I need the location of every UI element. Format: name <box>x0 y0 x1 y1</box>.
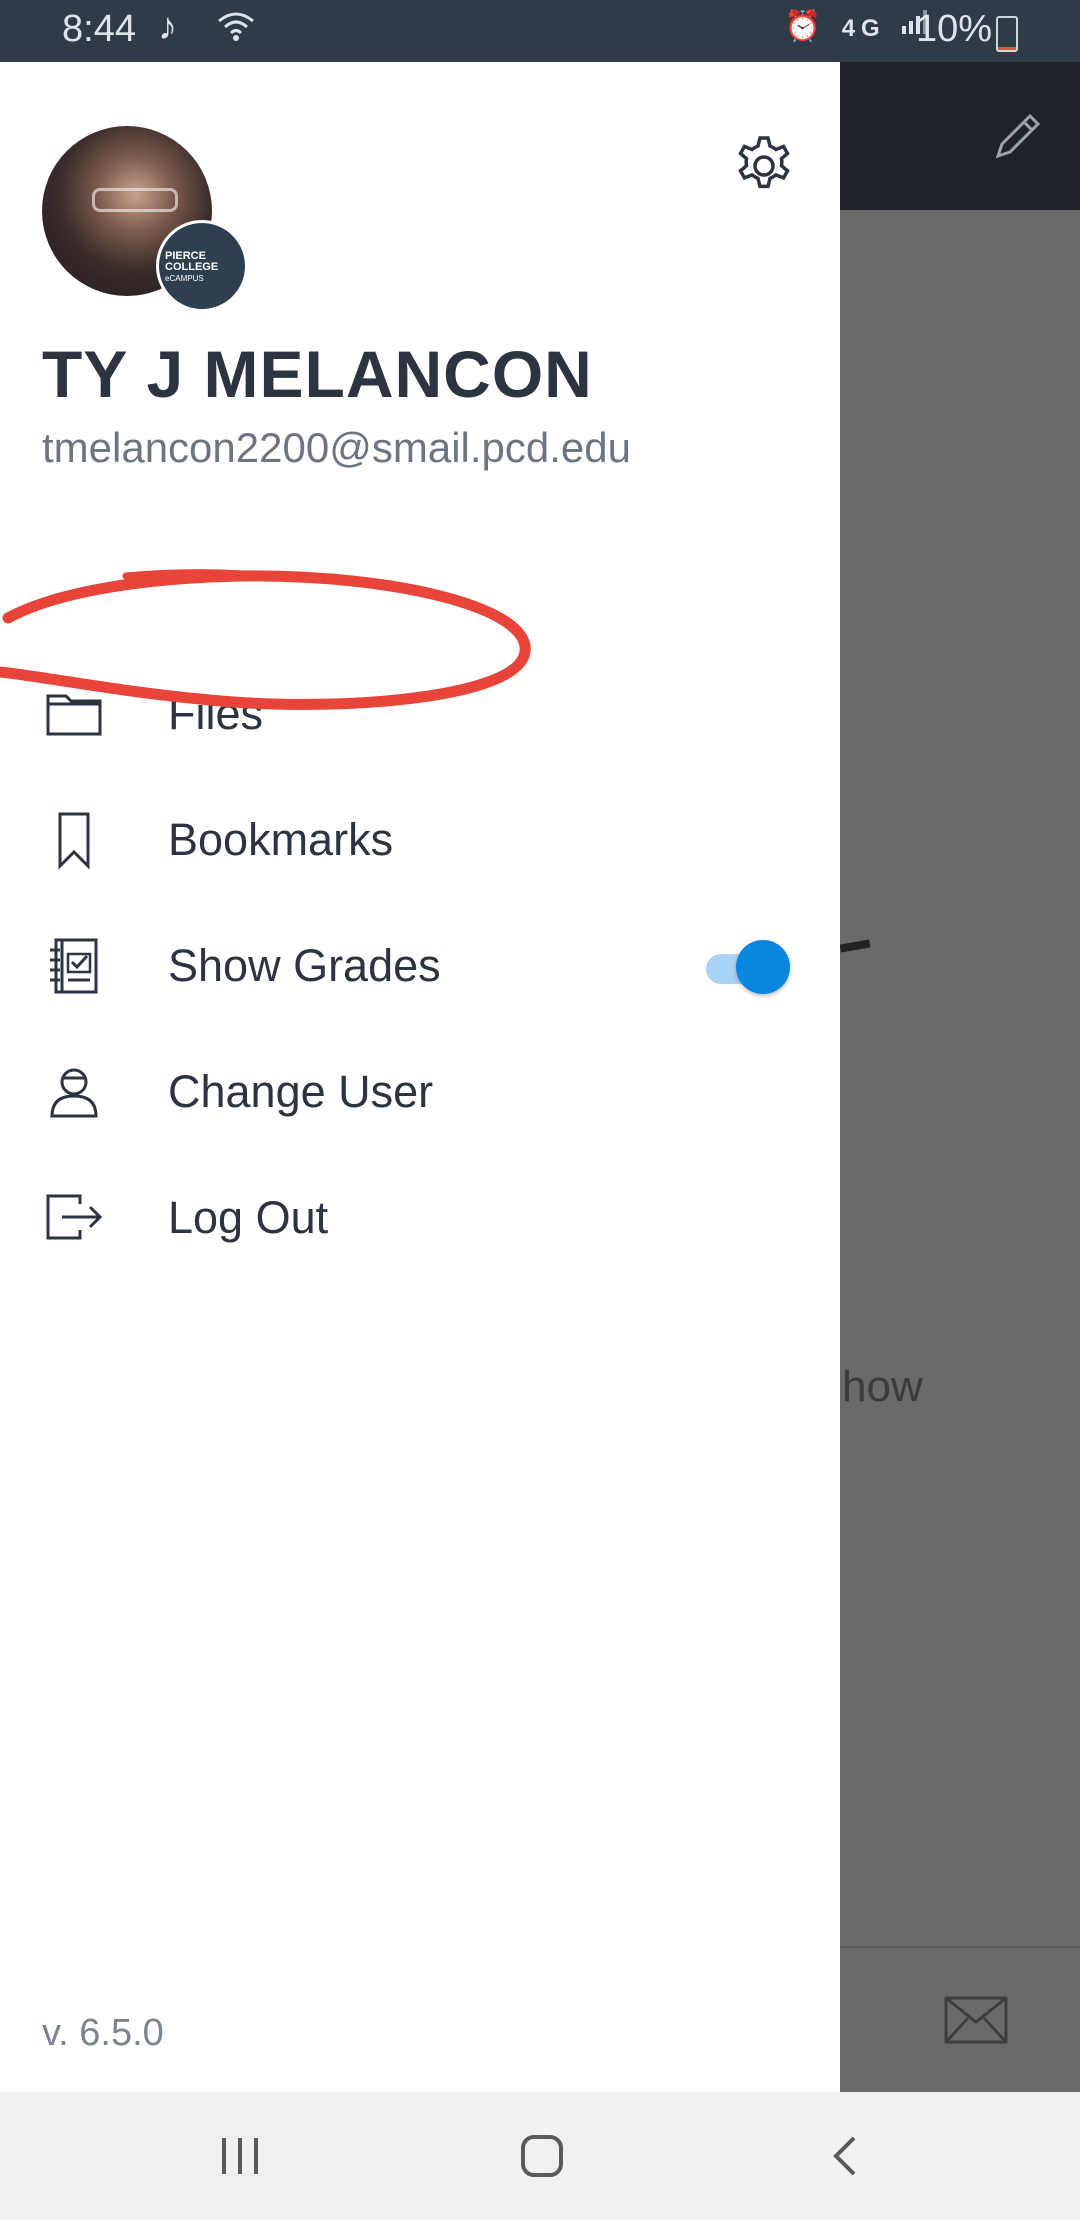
menu-item-label: Log Out <box>168 1192 329 1243</box>
menu-item-label: Change User <box>168 1066 434 1117</box>
status-bar: 8:44 ♪ ⏰ 4G 10% <box>0 0 1080 62</box>
menu-item-label: Files <box>168 688 264 739</box>
user-email: tmelancon2200@smail.pcd.edu <box>42 424 631 471</box>
status-time: 8:44 <box>62 8 136 50</box>
music-note-icon: ♪ <box>158 6 191 48</box>
menu-item-bookmarks[interactable]: Bookmarks <box>0 774 840 900</box>
grades-notebook-icon <box>50 938 98 994</box>
battery-fill <box>998 47 1016 50</box>
back-icon[interactable] <box>830 2134 860 2178</box>
system-nav-bar <box>0 2092 1080 2220</box>
menu-item-change-user[interactable]: Change User <box>0 1026 840 1152</box>
mail-icon <box>944 1996 1008 2044</box>
4g-lte-icon: 4G <box>841 15 886 42</box>
battery-percent: 10% <box>916 8 993 50</box>
user-icon <box>50 1068 98 1118</box>
school-logo-badge: PIERCE COLLEGE eCAMPUS <box>156 220 248 312</box>
status-right-icons: ⏰ 4G <box>784 8 930 44</box>
bookmark-icon <box>58 812 90 870</box>
recent-apps-icon[interactable] <box>218 2136 262 2176</box>
battery-icon <box>996 16 1018 52</box>
menu-item-label: Show Grades <box>168 940 441 991</box>
gear-icon[interactable] <box>730 132 798 200</box>
avatar-photo-detail <box>92 188 178 212</box>
menu-item-files[interactable]: Files <box>0 648 840 774</box>
alarm-icon: ⏰ <box>784 10 828 43</box>
folder-icon <box>46 694 102 736</box>
status-left-icons: ♪ <box>158 6 256 49</box>
background-partial-text: how <box>842 1362 923 1411</box>
toggle-knob <box>736 940 790 994</box>
school-badge-line-3: eCAMPUS <box>165 274 204 283</box>
menu-item-show-grades[interactable]: Show Grades <box>0 900 840 1026</box>
show-grades-toggle[interactable] <box>706 940 792 994</box>
app-version: v. 6.5.0 <box>42 2012 164 2054</box>
menu-item-log-out[interactable]: Log Out <box>0 1152 840 1278</box>
background-arrow-mark <box>839 939 871 953</box>
school-badge-line-2: COLLEGE <box>165 261 219 273</box>
navigation-drawer: PIERCE COLLEGE eCAMPUS TY J MELANCON tme… <box>0 62 840 2092</box>
pencil-icon <box>995 113 1041 159</box>
logout-icon <box>46 1194 103 1240</box>
wifi-icon <box>217 12 254 41</box>
user-name: TY J MELANCON <box>42 337 593 411</box>
home-icon[interactable] <box>520 2134 564 2178</box>
menu-item-label: Bookmarks <box>168 814 394 865</box>
